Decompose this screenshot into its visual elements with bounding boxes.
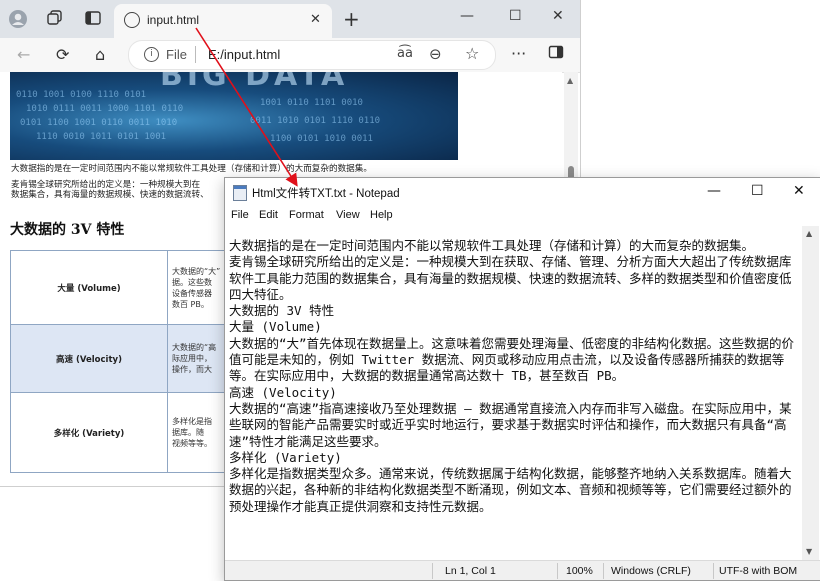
close-window-icon[interactable]: ✕	[552, 8, 564, 24]
minimize-icon[interactable]: —	[460, 8, 474, 24]
intro-paragraph: 大数据指的是在一定时间范围内不能以常规软件工具处理（存储和计算）的大而复杂的数据…	[11, 164, 372, 174]
scroll-up-icon[interactable]: ▲	[567, 76, 573, 85]
divider	[195, 46, 196, 63]
divider	[557, 563, 558, 579]
close-tab-icon[interactable]: ✕	[310, 12, 321, 27]
maximize-icon[interactable]: ☐	[751, 183, 764, 199]
close-window-icon[interactable]: ✕	[793, 183, 805, 199]
notepad-window: Html文件转TXT.txt - Notepad — ☐ ✕ File Edit…	[224, 177, 820, 581]
line-ending: Windows (CRLF)	[611, 565, 691, 577]
refresh-icon[interactable]: ⟳	[56, 45, 69, 64]
notepad-title-bar: Html文件转TXT.txt - Notepad — ☐ ✕	[225, 178, 820, 206]
scheme-label: File	[166, 47, 187, 62]
more-menu-icon[interactable]: ···	[511, 44, 526, 63]
url-text[interactable]: E:/input.html	[208, 47, 280, 62]
notepad-text-area[interactable]: 大数据指的是在一定时间范围内不能以常规软件工具处理（存储和计算）的大而复杂的数据…	[229, 238, 801, 556]
definition-line-2: 数据集合，具有海量的数据规模、快速的数据流转、	[11, 190, 209, 200]
notepad-title: Html文件转TXT.txt - Notepad	[252, 188, 400, 200]
read-aloud-icon[interactable]: a͡a	[397, 46, 413, 61]
row-key-variety: 多样化 (Variety)	[10, 392, 168, 473]
zoom-level: 100%	[566, 565, 593, 577]
favorite-star-icon[interactable]: ☆	[465, 44, 479, 63]
workspaces-icon[interactable]	[45, 9, 65, 29]
menu-file[interactable]: File	[231, 209, 249, 221]
section-heading: 大数据的 3V 特性	[10, 222, 125, 238]
cursor-position: Ln 1, Col 1	[445, 565, 496, 577]
info-icon[interactable]: i	[144, 47, 159, 62]
menu-format[interactable]: Format	[289, 209, 324, 221]
encoding: UTF-8 with BOM	[719, 565, 798, 577]
scroll-up-icon[interactable]: ▲	[806, 229, 812, 238]
divider	[603, 563, 604, 579]
back-icon[interactable]: ←	[17, 45, 30, 64]
tab-input-html[interactable]: input.html ✕	[114, 4, 332, 38]
notepad-icon	[233, 185, 247, 201]
divider	[713, 563, 714, 579]
address-bar[interactable]: i File E:/input.html a͡a ⊖ ☆	[128, 40, 496, 70]
menu-help[interactable]: Help	[370, 209, 393, 221]
menu-edit[interactable]: Edit	[259, 209, 278, 221]
maximize-icon[interactable]: ☐	[509, 8, 522, 24]
sidebar-toggle-icon[interactable]	[548, 44, 564, 64]
notepad-menu-bar: File Edit Format View Help	[225, 206, 820, 226]
notepad-scrollbar[interactable]: ▲ ▼	[802, 226, 819, 560]
row-key-volume: 大量 (Volume)	[10, 250, 168, 325]
big-data-banner-image: BIG DATA 0110 1001 0100 1110 0101 1010 0…	[10, 72, 458, 160]
notepad-status-bar: Ln 1, Col 1 100% Windows (CRLF) UTF-8 wi…	[225, 560, 820, 580]
menu-view[interactable]: View	[336, 209, 360, 221]
profile-icon[interactable]	[8, 9, 28, 29]
home-icon[interactable]: ⌂	[95, 45, 105, 64]
tab-bar: input.html ✕ + — ☐ ✕	[0, 0, 580, 38]
globe-icon	[124, 12, 140, 28]
row-key-velocity: 高速 (Velocity)	[10, 324, 168, 393]
minimize-icon[interactable]: —	[707, 183, 721, 199]
new-tab-icon[interactable]: +	[343, 9, 360, 29]
tab-title: input.html	[147, 13, 200, 27]
scroll-down-icon[interactable]: ▼	[806, 547, 812, 556]
zoom-icon[interactable]: ⊖	[429, 45, 442, 63]
divider	[432, 563, 433, 579]
vertical-tabs-icon[interactable]	[83, 9, 103, 29]
